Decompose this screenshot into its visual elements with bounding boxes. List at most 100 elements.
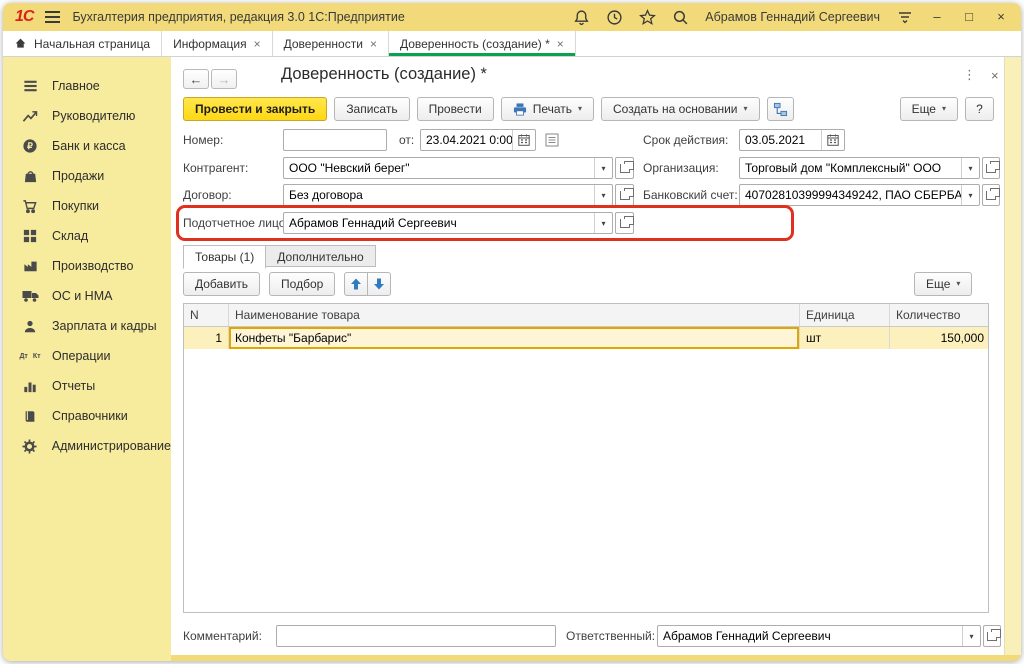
- help-button[interactable]: ?: [965, 97, 994, 121]
- items-toolbar: Добавить Подбор: [183, 272, 391, 296]
- date-value[interactable]: 23.04.2021 0:00:00: [421, 130, 512, 150]
- sidebar-item-otchety[interactable]: Отчеты: [3, 371, 171, 401]
- form-menu-dots-icon[interactable]: ⋮: [963, 68, 976, 83]
- document-list-button[interactable]: [545, 133, 559, 147]
- subordination-structure-button[interactable]: [767, 97, 794, 121]
- open-list-icon: [986, 164, 996, 173]
- tab-close-icon[interactable]: ×: [557, 38, 564, 50]
- dropdown-button[interactable]: ▾: [961, 185, 979, 205]
- sidebar-item-rukovoditelyu[interactable]: Руководителю: [3, 101, 171, 131]
- main-menu-icon[interactable]: [45, 11, 60, 23]
- contract-chooser-button[interactable]: [615, 184, 634, 206]
- responsible-label: Ответственный:: [566, 625, 655, 647]
- dropdown-icon: ▾: [942, 105, 946, 113]
- sidebar-item-operacii[interactable]: Дт Кт Операции: [3, 341, 171, 371]
- pick-button[interactable]: Подбор: [269, 272, 335, 296]
- sidebar-item-bank-i-kassa[interactable]: ₽ Банк и касса: [3, 131, 171, 161]
- contract-label: Договор:: [183, 184, 232, 206]
- dropdown-icon: ▾: [601, 191, 605, 200]
- items-table: N Наименование товара Единица Количество…: [183, 303, 989, 613]
- sidebar-item-zarplata-i-kadry[interactable]: Зарплата и кадры: [3, 311, 171, 341]
- warehouse-blocks-icon: [21, 229, 39, 243]
- counterparty-value[interactable]: ООО "Невский берег": [284, 158, 594, 178]
- accountable-person-label: Подотчетное лицо:: [183, 212, 289, 234]
- tab-additional[interactable]: Дополнительно: [265, 245, 375, 267]
- more-button[interactable]: Еще ▾: [900, 97, 958, 121]
- tab-goods[interactable]: Товары (1): [183, 245, 266, 269]
- window-close-icon[interactable]: ×: [993, 9, 1009, 25]
- dropdown-button[interactable]: ▾: [594, 185, 612, 205]
- sidebar-item-spravochniki[interactable]: Справочники: [3, 401, 171, 431]
- move-row-down-button[interactable]: [367, 272, 391, 296]
- minimize-icon[interactable]: –: [929, 9, 945, 25]
- nav-back-button[interactable]: ←: [183, 69, 209, 89]
- trend-chart-icon: [21, 109, 39, 124]
- nav-forward-button[interactable]: →: [211, 69, 237, 89]
- tab-close-icon[interactable]: ×: [254, 38, 261, 50]
- write-button[interactable]: Записать: [334, 97, 409, 121]
- sidebar-item-pokupki[interactable]: Покупки: [3, 191, 171, 221]
- responsible-chooser-button[interactable]: [983, 625, 1001, 647]
- bank-account-chooser-button[interactable]: [982, 184, 1000, 206]
- dropdown-button[interactable]: ▾: [961, 158, 979, 178]
- col-quantity[interactable]: Количество: [890, 304, 990, 326]
- cell-quantity[interactable]: 150,000: [890, 327, 990, 349]
- cell-name[interactable]: Конфеты "Барбарис": [229, 327, 800, 349]
- favorites-star-icon[interactable]: [639, 9, 656, 26]
- app-title: Бухгалтерия предприятия, редакция 3.0 1С…: [72, 10, 404, 24]
- calendar-button[interactable]: [821, 130, 844, 150]
- sidebar-item-administrirovanie[interactable]: Администрирование: [3, 431, 171, 461]
- sidebar-item-glavnoe[interactable]: Главное: [3, 71, 171, 101]
- sidebar-label: Банк и касса: [52, 139, 126, 153]
- tab-doverennost-new[interactable]: Доверенность (создание) * ×: [389, 31, 576, 56]
- responsible-combo: Абрамов Геннадий Сергеевич ▾: [657, 625, 981, 647]
- col-name[interactable]: Наименование товара: [229, 304, 800, 326]
- tab-povernosti-list[interactable]: Доверенности ×: [273, 31, 389, 56]
- validity-date-value[interactable]: 03.05.2021: [740, 130, 821, 150]
- counterparty-chooser-button[interactable]: [615, 157, 634, 179]
- sidebar-item-os-i-nma[interactable]: ОС и НМА: [3, 281, 171, 311]
- tab-information[interactable]: Информация ×: [162, 31, 273, 56]
- contract-value[interactable]: Без договора: [284, 185, 594, 205]
- post-button[interactable]: Провести: [417, 97, 494, 121]
- notifications-bell-icon[interactable]: [573, 9, 590, 26]
- maximize-icon[interactable]: □: [961, 9, 977, 25]
- tab-home[interactable]: Начальная страница: [3, 31, 162, 56]
- dropdown-button[interactable]: ▾: [594, 158, 612, 178]
- dropdown-button[interactable]: ▾: [962, 626, 980, 646]
- items-more-button[interactable]: Еще ▾: [914, 272, 972, 296]
- history-clock-icon[interactable]: [606, 9, 623, 26]
- responsible-value[interactable]: Абрамов Геннадий Сергеевич: [658, 626, 962, 646]
- accountable-person-value[interactable]: Абрамов Геннадий Сергеевич: [284, 213, 594, 233]
- sidebar-item-sklad[interactable]: Склад: [3, 221, 171, 251]
- print-button[interactable]: Печать ▾: [501, 97, 594, 121]
- gear-icon: [21, 439, 39, 454]
- col-n[interactable]: N: [184, 304, 229, 326]
- cell-n[interactable]: 1: [184, 327, 229, 349]
- form-close-icon[interactable]: ×: [991, 68, 999, 83]
- col-unit[interactable]: Единица: [800, 304, 890, 326]
- table-row[interactable]: 1 Конфеты "Барбарис" шт 150,000: [184, 327, 988, 349]
- post-and-close-button[interactable]: Провести и закрыть: [183, 97, 327, 121]
- accountable-person-chooser-button[interactable]: [615, 212, 634, 234]
- current-user[interactable]: Абрамов Геннадий Сергеевич: [705, 10, 880, 24]
- document-form: ← → Доверенность (создание) * ⋮ × Провес…: [171, 57, 1021, 655]
- dropdown-button[interactable]: ▾: [594, 213, 612, 233]
- sidebar-item-proizvodstvo[interactable]: Производство: [3, 251, 171, 281]
- bank-account-value[interactable]: 40702810399994349242, ПАО СБЕРБАНК: [740, 185, 961, 205]
- shopping-cart-icon: [21, 199, 39, 214]
- organization-chooser-button[interactable]: [982, 157, 1000, 179]
- calendar-button[interactable]: [512, 130, 535, 150]
- search-icon[interactable]: [672, 9, 689, 26]
- organization-value[interactable]: Торговый дом "Комплексный" ООО: [740, 158, 961, 178]
- sidebar-item-prodazhi[interactable]: Продажи: [3, 161, 171, 191]
- create-based-on-button[interactable]: Создать на основании ▾: [601, 97, 760, 121]
- tab-close-icon[interactable]: ×: [370, 38, 377, 50]
- add-row-button[interactable]: Добавить: [183, 272, 260, 296]
- comment-input[interactable]: [276, 625, 556, 647]
- sidebar-label: Производство: [52, 259, 134, 273]
- service-menu-icon[interactable]: [896, 9, 913, 26]
- move-row-up-button[interactable]: [344, 272, 368, 296]
- cell-unit[interactable]: шт: [800, 327, 890, 349]
- number-input[interactable]: [283, 129, 387, 151]
